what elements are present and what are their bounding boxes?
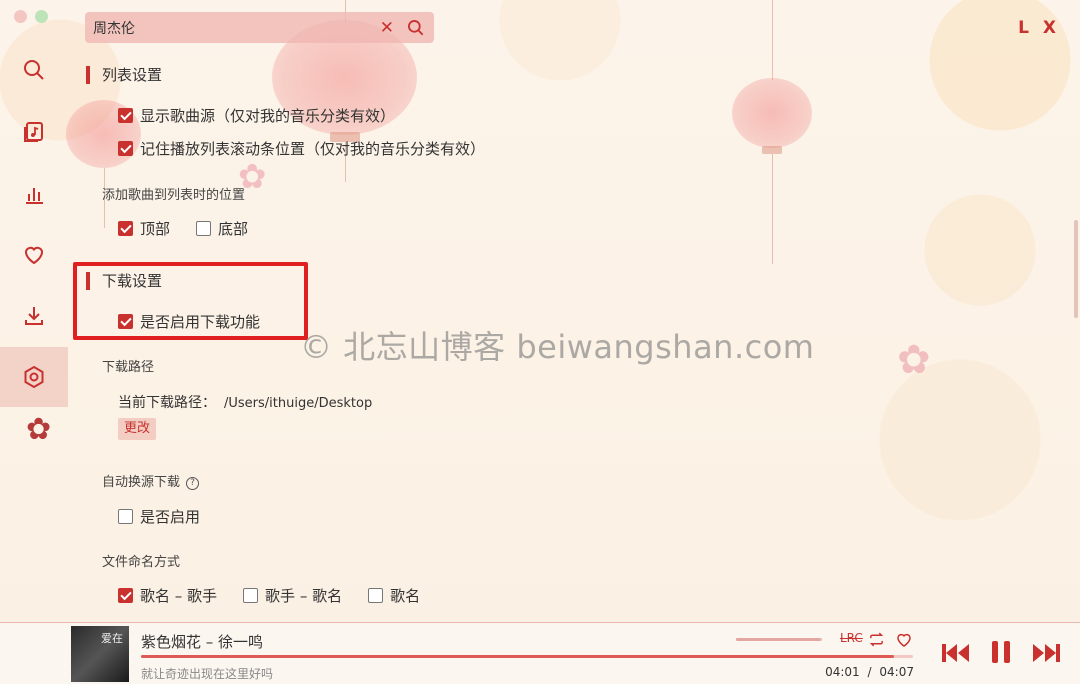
search-icon[interactable] — [406, 18, 426, 38]
sidebar-item-favorites[interactable] — [0, 225, 68, 285]
naming-artist-song-checkbox[interactable]: 歌手 – 歌名 — [243, 585, 342, 606]
album-cover[interactable]: 爱在 — [71, 626, 129, 682]
checkbox-checked[interactable] — [118, 221, 133, 236]
loop-icon[interactable] — [868, 631, 885, 648]
checkbox-label: 是否启用 — [140, 508, 201, 526]
close-window-button[interactable] — [14, 10, 27, 23]
auto-switch-checkbox[interactable]: 是否启用 — [118, 506, 200, 527]
download-icon — [25, 307, 43, 325]
checkbox-label: 歌名 – 歌手 — [140, 587, 218, 605]
search-input[interactable] — [93, 19, 380, 36]
plum-blossom-decoration: ✿ — [26, 412, 52, 447]
show-source-checkbox[interactable]: 显示歌曲源（仅对我的音乐分类有效） — [118, 105, 395, 126]
song-list-icon — [24, 122, 43, 142]
window-controls — [14, 10, 48, 23]
checkbox-label: 歌手 – 歌名 — [265, 587, 343, 605]
current-download-path: 当前下载路径： /Users/ithuige/Desktop — [118, 392, 372, 412]
sidebar-item-song-list[interactable] — [0, 102, 68, 162]
position-bottom-checkbox[interactable]: 底部 — [196, 218, 248, 239]
current-time: 04:01 — [825, 665, 860, 679]
sidebar-item-search[interactable] — [0, 40, 68, 100]
heart-icon — [24, 246, 44, 265]
path-value: /Users/ithuige/Desktop — [224, 396, 373, 411]
download-path-title: 下载路径 — [102, 360, 155, 375]
checkbox-label: 顶部 — [140, 220, 171, 238]
change-path-button[interactable]: 更改 — [118, 418, 157, 440]
time-display: 04:01 / 04:07 — [825, 665, 914, 679]
help-icon[interactable]: ? — [186, 476, 200, 490]
auto-switch-label: 自动换源下载 — [102, 475, 181, 490]
checkbox-label: 记住播放列表滚动条位置（仅对我的音乐分类有效） — [140, 140, 486, 158]
checkbox-label: 底部 — [218, 220, 249, 238]
time-separator: / — [867, 665, 872, 679]
album-cover-text: 爱在 — [101, 632, 123, 645]
progress-bar[interactable] — [141, 655, 913, 658]
previous-track-icon[interactable] — [940, 641, 972, 665]
leaderboard-icon — [26, 188, 43, 204]
sidebar-item-settings[interactable] — [0, 347, 68, 407]
lyric-toggle-icon[interactable]: LRC — [840, 631, 863, 645]
checkbox-unchecked[interactable] — [368, 588, 384, 603]
app-brand: L X — [1018, 18, 1060, 38]
add-position-title: 添加歌曲到列表时的位置 — [102, 188, 246, 203]
volume-slider[interactable] — [736, 638, 822, 641]
comment-icon[interactable] — [895, 631, 913, 649]
checkbox-unchecked[interactable] — [196, 221, 212, 236]
clear-icon[interactable]: ✕ — [380, 18, 394, 38]
naming-title: 文件命名方式 — [102, 555, 181, 570]
scrollbar[interactable] — [1074, 220, 1078, 318]
auto-switch-title: 自动换源下载? — [102, 471, 200, 490]
position-top-checkbox[interactable]: 顶部 — [118, 218, 170, 239]
path-label: 当前下载路径： — [118, 395, 216, 411]
checkbox-checked[interactable] — [118, 141, 133, 156]
checkbox-unchecked[interactable] — [118, 509, 133, 524]
remember-scroll-checkbox[interactable]: 记住播放列表滚动条位置（仅对我的音乐分类有效） — [118, 138, 485, 159]
checkbox-label: 歌名 — [390, 587, 421, 605]
settings-icon — [24, 365, 44, 389]
next-track-icon[interactable] — [1030, 641, 1062, 665]
player-bar: 爱在 紫色烟花 – 徐一鸣 LRC 就让奇迹出现在这里好吗 04:01 / 04… — [0, 622, 1080, 684]
search-bar[interactable]: ✕ — [85, 12, 434, 43]
sidebar-item-download[interactable] — [0, 286, 68, 346]
sidebar — [0, 0, 68, 622]
search-icon — [24, 60, 44, 80]
list-settings-title: 列表设置 — [86, 66, 162, 84]
naming-song-artist-checkbox[interactable]: 歌名 – 歌手 — [118, 585, 217, 606]
progress-fill — [141, 655, 895, 658]
current-lyric: 就让奇迹出现在这里好吗 — [141, 667, 274, 681]
zoom-window-button[interactable] — [35, 10, 48, 23]
sidebar-item-leaderboard[interactable] — [0, 164, 68, 224]
highlight-box — [73, 262, 308, 340]
checkbox-unchecked[interactable] — [243, 588, 259, 603]
naming-song-only-checkbox[interactable]: 歌名 — [368, 585, 420, 606]
pause-icon[interactable] — [988, 639, 1014, 665]
volume-fill — [736, 638, 821, 641]
song-title[interactable]: 紫色烟花 – 徐一鸣 — [141, 631, 263, 652]
total-time: 04:07 — [879, 665, 914, 679]
checkbox-checked[interactable] — [118, 588, 133, 603]
checkbox-checked[interactable] — [118, 108, 133, 123]
checkbox-label: 显示歌曲源（仅对我的音乐分类有效） — [140, 107, 396, 125]
